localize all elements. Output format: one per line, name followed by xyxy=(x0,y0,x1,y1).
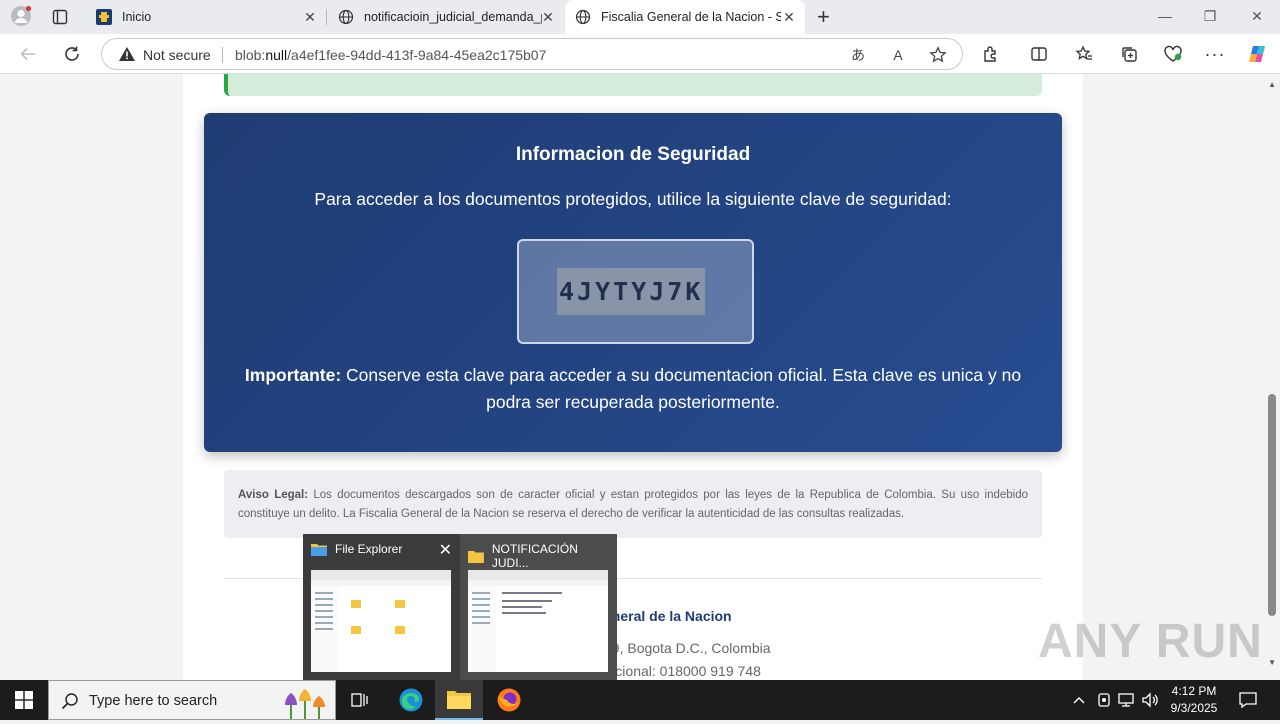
omnibox-divider xyxy=(222,47,223,63)
warning-icon[interactable] xyxy=(118,46,136,67)
globe-icon xyxy=(575,9,591,25)
show-hidden-icons-chevron-icon[interactable] xyxy=(1070,680,1088,720)
security-info-panel: Informacion de Seguridad Para acceder a … xyxy=(204,113,1062,452)
address-bar[interactable]: Not secure blob:null/a4ef1fee-94dd-413f-… xyxy=(101,38,963,70)
split-screen-icon[interactable] xyxy=(1028,43,1050,65)
clock-date: 9/3/2025 xyxy=(1170,701,1218,715)
copilot-icon[interactable] xyxy=(1246,43,1268,65)
file-explorer-taskbar-icon[interactable] xyxy=(435,680,483,720)
thumbnail-file-explorer[interactable]: File Explorer ✕ xyxy=(303,534,460,680)
footer-title: eneral de la Nacion xyxy=(604,608,732,624)
web-viewport[interactable]: Informacion de Seguridad Para acceder a … xyxy=(0,74,1280,680)
globe-icon xyxy=(338,9,354,25)
windows-taskbar: Type here to search 4:12 PM 9/3/2025 xyxy=(0,680,1280,720)
edge-browser-icon[interactable] xyxy=(387,680,435,720)
close-window-icon[interactable]: ✕ xyxy=(1247,8,1267,25)
scrollbar-thumb[interactable] xyxy=(1268,394,1276,616)
thumbnail-title: NOTIFICACIÓN JUDI... xyxy=(491,542,578,570)
security-key[interactable]: 4JYTYJ7K xyxy=(557,268,706,315)
read-aloud-icon[interactable]: A xyxy=(888,45,908,65)
fiscalia-favicon-icon xyxy=(96,9,112,25)
important-text: Conserve esta clave para acceder a su do… xyxy=(341,365,1022,412)
task-view-icon[interactable] xyxy=(336,680,384,720)
footer-address: 69, Bogota D.C., Colombia xyxy=(604,640,771,656)
important-note: Importante: Conserve esta clave para acc… xyxy=(234,362,1032,416)
folder-icon xyxy=(311,544,327,556)
refresh-icon[interactable] xyxy=(61,43,83,65)
extensions-icon[interactable] xyxy=(980,43,1002,65)
taskbar-clock[interactable]: 4:12 PM 9/3/2025 xyxy=(1164,683,1224,717)
search-placeholder: Type here to search xyxy=(89,693,218,709)
security-key-box: 4JYTYJ7K xyxy=(517,239,754,344)
translate-icon[interactable]: あ xyxy=(848,45,868,65)
legal-notice: Aviso Legal: Los documentos descargados … xyxy=(224,470,1042,538)
important-label: Importante: xyxy=(244,365,342,385)
more-options-icon[interactable]: ··· xyxy=(1204,43,1226,65)
favorites-icon[interactable] xyxy=(1073,43,1095,65)
success-alert xyxy=(224,74,1042,96)
new-tab-button[interactable]: + xyxy=(812,0,842,34)
notifications-icon[interactable] xyxy=(1236,680,1260,720)
legal-text: Los documentos descargados son de caract… xyxy=(238,489,1028,520)
url-text[interactable]: blob:null/a4ef1fee-94dd-413f-9a84-45ea2c… xyxy=(235,47,546,63)
thumbnail-preview xyxy=(311,570,451,672)
address-toolbar: Not secure blob:null/a4ef1fee-94dd-413f-… xyxy=(0,34,1280,74)
network-icon[interactable] xyxy=(1117,680,1137,720)
close-tab-icon[interactable]: ✕ xyxy=(302,9,318,26)
tab-notificacion[interactable]: notificacioin_judicial_demanda_pe ✕ xyxy=(328,0,564,34)
scroll-up-arrow-icon[interactable]: ▲ xyxy=(1268,80,1276,89)
thumbnail-notificacion-folder[interactable]: NOTIFICACIÓN JUDI... xyxy=(460,534,617,680)
tab-fiscalia-active[interactable]: Fiscalia General de la Nacion - Sis ✕ xyxy=(565,0,805,34)
not-secure-label[interactable]: Not secure xyxy=(143,47,211,63)
close-thumbnail-icon[interactable]: ✕ xyxy=(439,540,452,560)
browser-essentials-icon[interactable] xyxy=(1162,43,1184,65)
tulips-decoration-icon xyxy=(271,683,335,724)
tab-actions-icon[interactable] xyxy=(49,6,71,28)
security-instruction: Para acceder a los documentos protegidos… xyxy=(314,189,952,209)
collections-icon[interactable] xyxy=(1118,43,1140,65)
firefox-icon[interactable] xyxy=(485,680,533,720)
tab-inicio[interactable]: Inicio ✕ xyxy=(86,0,326,34)
tab-title: Inicio xyxy=(122,10,152,24)
thumbnail-preview xyxy=(468,570,608,672)
vertical-scrollbar[interactable]: ▲ ▼ xyxy=(1264,74,1280,680)
profile-avatar-icon[interactable] xyxy=(10,5,32,27)
tab-separator xyxy=(326,9,327,25)
tab-title: notificacioin_judicial_demanda_pe xyxy=(364,10,542,24)
tab-title: Fiscalia General de la Nacion - Sis xyxy=(601,10,781,24)
close-tab-icon[interactable]: ✕ xyxy=(540,9,556,26)
volume-icon[interactable] xyxy=(1141,680,1161,720)
minimize-icon[interactable]: — xyxy=(1155,8,1175,24)
taskbar-thumbnail-popup: File Explorer ✕ NOTIFICACIÓN JUDI... xyxy=(303,534,617,680)
restore-icon[interactable]: ❐ xyxy=(1200,8,1220,25)
favorite-star-icon[interactable] xyxy=(928,45,948,65)
onedrive-sync-icon[interactable] xyxy=(1095,680,1113,720)
back-arrow-icon[interactable] xyxy=(17,43,39,65)
browser-tab-bar: Inicio ✕ notificacioin_judicial_demanda_… xyxy=(0,0,1280,34)
clock-time: 4:12 PM xyxy=(1171,684,1217,698)
taskbar-search-box[interactable]: Type here to search xyxy=(48,680,336,720)
close-tab-icon[interactable]: ✕ xyxy=(781,9,797,26)
thumbnail-title: File Explorer xyxy=(335,542,403,556)
start-button-icon[interactable] xyxy=(0,680,48,720)
anyrun-watermark: ANY RUN xyxy=(1038,615,1263,668)
folder-icon xyxy=(468,551,484,563)
scroll-down-arrow-icon[interactable]: ▼ xyxy=(1268,658,1276,667)
legal-label: Aviso Legal: xyxy=(238,489,309,501)
security-title: Informacion de Seguridad xyxy=(515,144,751,165)
search-icon xyxy=(61,692,79,715)
